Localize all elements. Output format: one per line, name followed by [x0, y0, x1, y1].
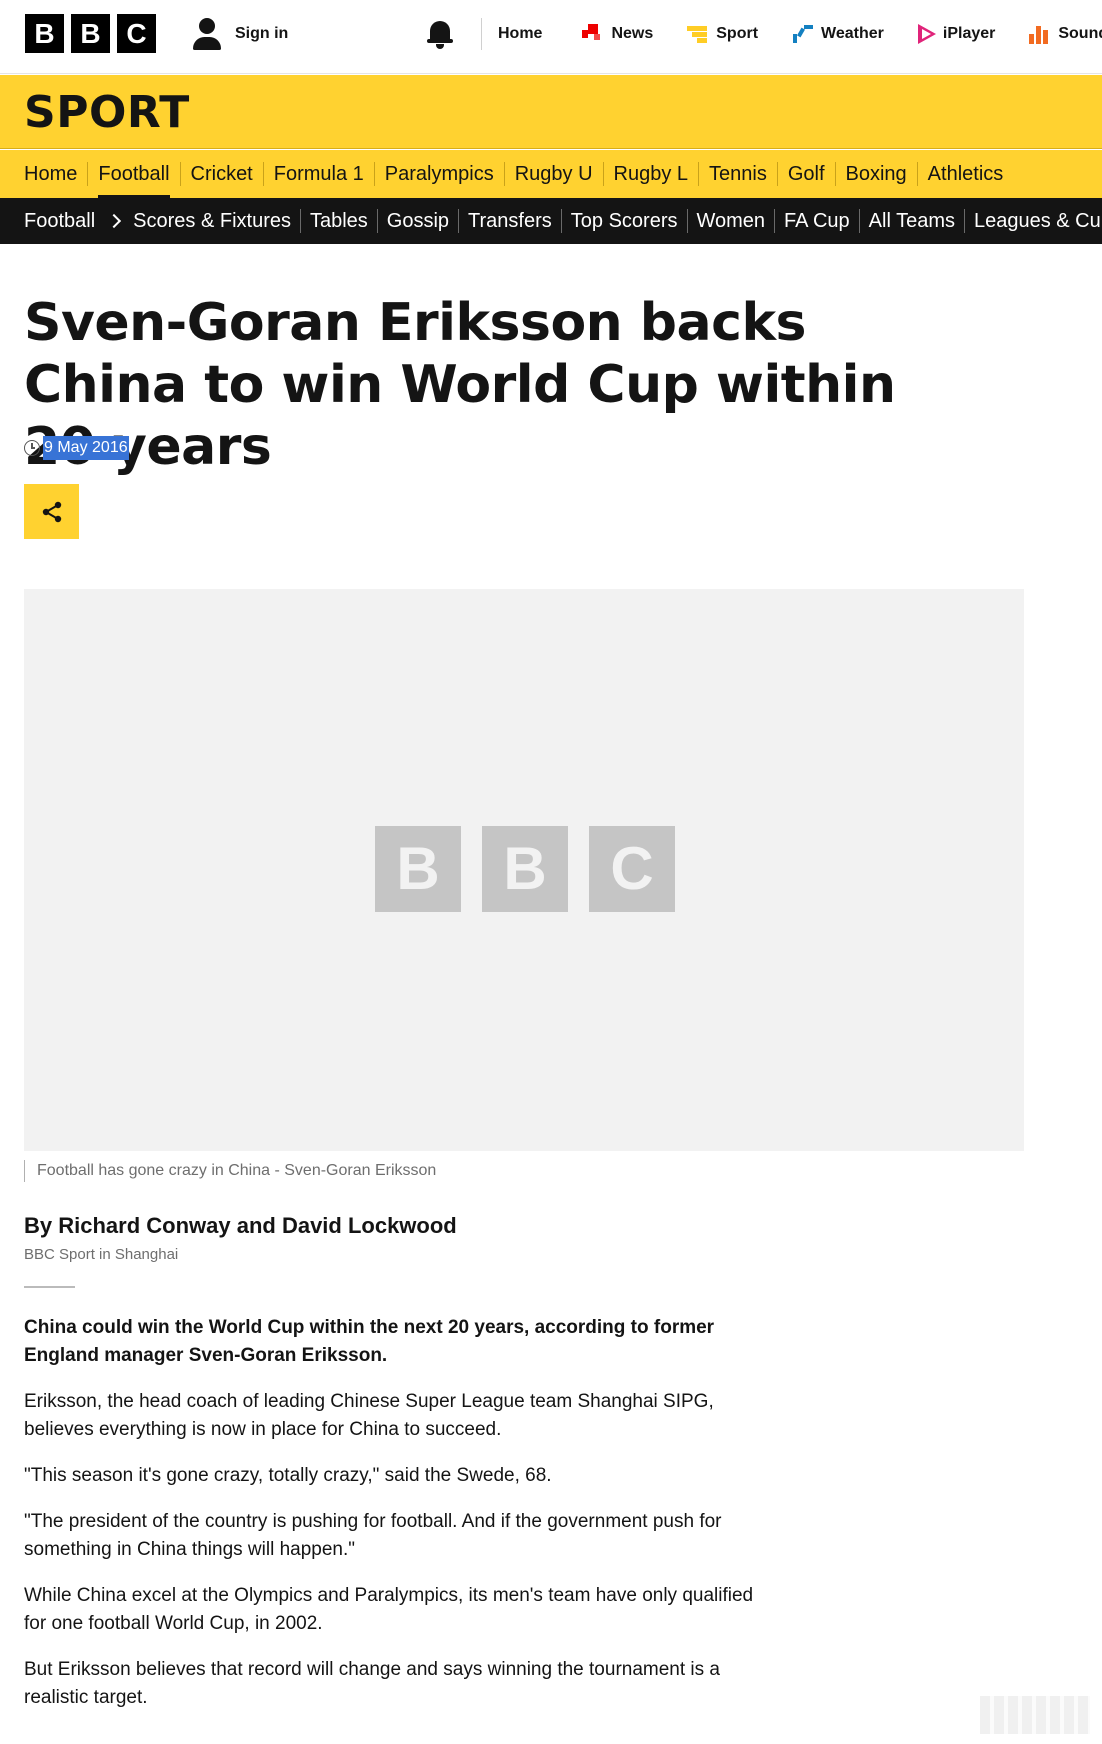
sub-nav-transfers[interactable]: Transfers — [458, 209, 561, 233]
global-nav-weather-label: Weather — [821, 25, 884, 42]
global-nav-home-label: Home — [498, 25, 543, 42]
iplayer-icon — [917, 24, 936, 44]
sport-nav-formula-1[interactable]: Formula 1 — [262, 162, 374, 186]
article-paragraph: But Eriksson believes that record will c… — [24, 1659, 720, 1708]
sport-banner: SPORT — [0, 75, 1102, 149]
article-paragraph-lead: China could win the World Cup within the… — [24, 1317, 715, 1366]
article-paragraph: "The president of the country is pushing… — [24, 1511, 722, 1560]
global-nav-sounds-label: Sounds — [1058, 25, 1102, 42]
sport-nav-football[interactable]: Football — [87, 162, 179, 198]
sport-nav-boxing[interactable]: Boxing — [834, 162, 917, 186]
media-logo-letter-b1: B — [375, 826, 461, 912]
article-paragraph: While China excel at the Olympics and Pa… — [24, 1585, 754, 1634]
share-button[interactable] — [24, 484, 79, 539]
sport-nav-golf[interactable]: Golf — [776, 162, 835, 186]
article-dateline: 9 May 2016 — [24, 436, 129, 460]
byline-role: BBC Sport in Shanghai — [24, 1246, 179, 1263]
global-nav-weather[interactable]: Weather — [792, 24, 884, 44]
byline-divider — [24, 1286, 75, 1288]
sub-nav-leagues-cups[interactable]: Leagues & Cups — [963, 209, 1102, 233]
sub-nav-tables[interactable]: Tables — [299, 209, 377, 233]
logo-letter-b2: B — [71, 14, 110, 53]
clock-icon — [24, 440, 40, 456]
byline-authors: By Richard Conway and David Lockwood — [24, 1213, 457, 1238]
global-nav-home[interactable]: Home — [498, 25, 542, 43]
media-placeholder-logo: B B C — [375, 826, 675, 912]
logo-letter-c: C — [117, 14, 156, 53]
sign-in-label: Sign in — [235, 25, 289, 42]
sport-nav-cricket[interactable]: Cricket — [179, 162, 263, 186]
bbc-logo[interactable]: B B C — [25, 14, 156, 53]
sport-section-nav: Home Football Cricket Formula 1 Paralymp… — [0, 150, 1102, 198]
global-nav-news-label: News — [611, 25, 654, 42]
sport-section-title[interactable]: SPORT — [24, 87, 190, 138]
global-nav: Home News Sport Weather iPlayer Soun — [498, 0, 1102, 68]
global-nav-news[interactable]: News — [582, 24, 653, 44]
sub-nav-all-teams[interactable]: All Teams — [858, 209, 964, 233]
news-icon — [582, 24, 604, 44]
logo-letter-b1: B — [25, 14, 64, 53]
football-sub-nav-root[interactable]: Football — [24, 210, 123, 233]
sport-nav-paralympics[interactable]: Paralympics — [373, 162, 504, 186]
weather-icon — [792, 24, 814, 44]
sport-nav-rugby-union[interactable]: Rugby U — [503, 162, 603, 186]
article-date: 9 May 2016 — [43, 436, 129, 460]
sport-nav-rugby-league[interactable]: Rugby L — [602, 162, 699, 186]
share-icon — [42, 501, 61, 522]
chevron-right-icon — [107, 213, 122, 229]
sounds-icon — [1029, 24, 1051, 44]
bottom-fade-overlay — [980, 1696, 1090, 1734]
article-paragraph: "This season it's gone crazy, totally cr… — [24, 1465, 552, 1486]
media-logo-letter-b2: B — [482, 826, 568, 912]
account-icon — [191, 17, 223, 51]
bbc-masthead: B B C Sign in Home News Sport Weather iP… — [0, 0, 1102, 74]
global-nav-iplayer[interactable]: iPlayer — [917, 24, 996, 44]
sport-icon — [687, 24, 709, 44]
media-caption: Football has gone crazy in China - Sven-… — [24, 1160, 436, 1182]
global-nav-sounds[interactable]: Sounds — [1029, 24, 1102, 44]
sport-nav-athletics[interactable]: Athletics — [916, 162, 1014, 186]
article-media-placeholder[interactable]: B B C — [24, 589, 1024, 1151]
global-nav-iplayer-label: iPlayer — [942, 25, 996, 42]
football-sub-nav-root-label: Football — [24, 209, 96, 232]
article-body: China could win the World Cup within the… — [24, 1314, 754, 1730]
sport-nav-home[interactable]: Home — [24, 162, 87, 186]
sign-in-link[interactable]: Sign in — [191, 14, 288, 54]
sub-nav-women[interactable]: Women — [686, 209, 775, 233]
notifications-bell-icon[interactable] — [426, 18, 454, 50]
article-paragraph: Eriksson, the head coach of leading Chin… — [24, 1391, 714, 1440]
global-nav-sport[interactable]: Sport — [687, 24, 758, 44]
masthead-divider — [481, 18, 482, 50]
global-nav-sport-label: Sport — [716, 25, 759, 42]
football-sub-nav: Football Scores & Fixtures Tables Gossip… — [0, 198, 1102, 244]
article-headline: Sven-Goran Eriksson backs China to win W… — [24, 293, 896, 477]
sub-nav-fa-cup[interactable]: FA Cup — [774, 209, 859, 233]
sub-nav-scores-fixtures[interactable]: Scores & Fixtures — [133, 209, 300, 233]
sub-nav-gossip[interactable]: Gossip — [376, 209, 458, 233]
media-logo-letter-c: C — [589, 826, 675, 912]
sport-nav-tennis[interactable]: Tennis — [698, 162, 777, 186]
sub-nav-top-scorers[interactable]: Top Scorers — [560, 209, 687, 233]
